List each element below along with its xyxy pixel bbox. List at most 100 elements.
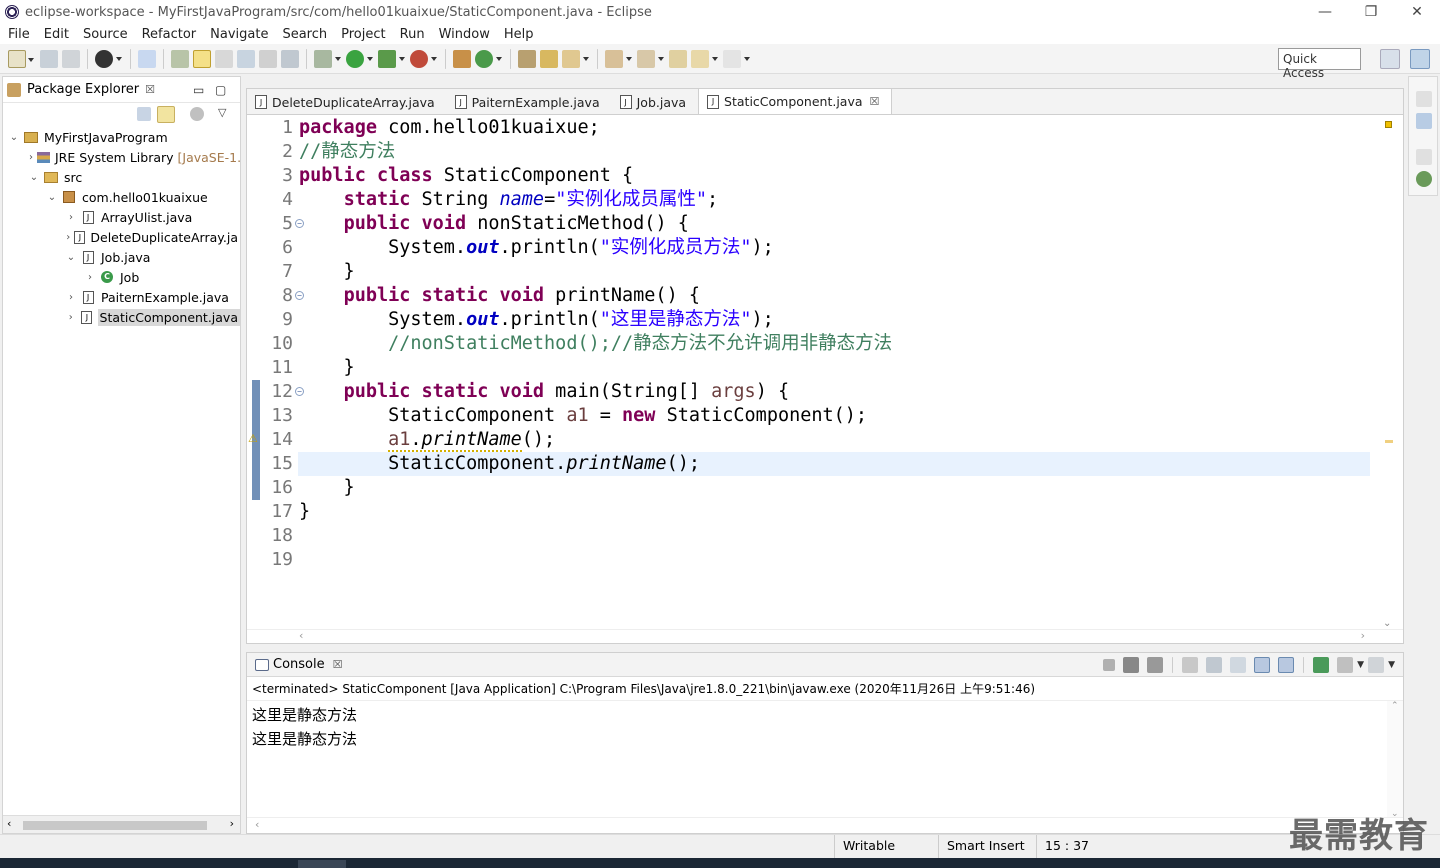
console-title[interactable]: Console bbox=[273, 657, 325, 672]
close-view-icon[interactable]: ☒ bbox=[333, 658, 343, 671]
scroll-left-icon[interactable]: ‹ bbox=[7, 817, 11, 830]
tab-static-component[interactable]: J StaticComponent.java ☒ bbox=[698, 88, 893, 114]
editor-horizontal-scrollbar[interactable]: ‹ › bbox=[247, 629, 1403, 643]
open-folder-icon[interactable] bbox=[540, 49, 558, 68]
new-java-class-icon[interactable] bbox=[475, 49, 502, 68]
link-with-editor-icon[interactable] bbox=[157, 106, 175, 123]
expand-arrow-icon[interactable]: › bbox=[85, 272, 95, 283]
menu-search[interactable]: Search bbox=[275, 27, 334, 42]
collapse-all-icon[interactable] bbox=[137, 107, 151, 121]
block-selection-icon[interactable] bbox=[237, 49, 255, 68]
new-java-package-icon[interactable] bbox=[453, 49, 471, 68]
new-icon[interactable] bbox=[8, 49, 34, 68]
open-console-dropdown-icon[interactable]: ▼ bbox=[1388, 660, 1395, 670]
package-explorer-title[interactable]: Package Explorer bbox=[27, 82, 139, 97]
menu-refactor[interactable]: Refactor bbox=[135, 27, 204, 42]
scroll-right-icon[interactable]: › bbox=[230, 817, 234, 830]
tab-paitern-example[interactable]: J PaiternExample.java bbox=[447, 90, 612, 114]
scroll-up-icon[interactable]: ⌃ bbox=[1391, 701, 1399, 711]
scroll-down-icon[interactable]: ⌄ bbox=[1383, 618, 1391, 629]
close-view-icon[interactable]: ☒ bbox=[145, 83, 155, 96]
next-annotation-icon[interactable] bbox=[605, 49, 632, 68]
expand-arrow-icon[interactable]: › bbox=[66, 232, 70, 243]
menu-run[interactable]: Run bbox=[393, 27, 432, 42]
tree-item-class[interactable]: › C Job bbox=[3, 267, 240, 287]
scroll-lock-icon[interactable] bbox=[1206, 657, 1223, 673]
tree-item-file[interactable]: ⌄ J Job.java bbox=[3, 247, 240, 267]
tree-item-project[interactable]: ⌄ MyFirstJavaProgram bbox=[3, 127, 240, 147]
warning-marker[interactable] bbox=[1385, 440, 1393, 443]
minimize-button[interactable]: — bbox=[1302, 0, 1348, 24]
clear-console-icon[interactable] bbox=[1182, 657, 1199, 673]
overview-ruler[interactable]: ⌄ bbox=[1373, 116, 1403, 631]
search-icon[interactable] bbox=[562, 49, 589, 68]
horizontal-scrollbar[interactable]: ‹ › bbox=[3, 815, 240, 833]
expand-arrow-icon[interactable]: › bbox=[66, 212, 76, 223]
expand-arrow-icon[interactable]: › bbox=[66, 312, 75, 323]
expand-arrow-icon[interactable]: ⌄ bbox=[47, 192, 57, 203]
console-horizontal-scrollbar[interactable]: ‹ bbox=[247, 817, 1403, 833]
menu-source[interactable]: Source bbox=[76, 27, 135, 42]
close-button[interactable]: ✕ bbox=[1394, 0, 1440, 24]
scroll-left-icon[interactable]: ‹ bbox=[255, 818, 259, 831]
java-perspective-icon[interactable] bbox=[1410, 49, 1430, 69]
minimize-view-icon[interactable]: ▭ bbox=[193, 83, 204, 97]
external-tools-icon[interactable] bbox=[410, 49, 437, 68]
tree-item-package[interactable]: ⌄ com.hello01kuaixue bbox=[3, 187, 240, 207]
scroll-left-icon[interactable]: ‹ bbox=[299, 629, 303, 642]
code-text[interactable]: package com.hello01kuaixue; //静态方法 publi… bbox=[298, 116, 1370, 631]
menu-navigate[interactable]: Navigate bbox=[203, 27, 275, 42]
maximize-view-icon[interactable]: ▢ bbox=[215, 83, 226, 97]
profile-icon[interactable] bbox=[95, 49, 122, 68]
open-perspective-icon[interactable] bbox=[1380, 49, 1400, 69]
expand-arrow-icon[interactable]: ⌄ bbox=[66, 252, 76, 263]
menu-help[interactable]: Help bbox=[497, 27, 541, 42]
open-console-icon[interactable] bbox=[1368, 657, 1385, 673]
close-tab-icon[interactable]: ☒ bbox=[870, 95, 880, 108]
warning-icon[interactable]: ⚠ bbox=[248, 432, 258, 445]
pin-console-icon[interactable] bbox=[1313, 657, 1330, 673]
remove-launch-icon[interactable] bbox=[1123, 657, 1140, 673]
warning-summary-icon[interactable] bbox=[1385, 121, 1392, 128]
focus-icon[interactable] bbox=[190, 107, 204, 121]
code-editor[interactable]: ⚠ 1 2 3 4 5− 6 7 8− 9 10 11 12− 13 14 15… bbox=[247, 116, 1403, 631]
word-wrap-icon[interactable] bbox=[1230, 657, 1247, 673]
skip-breakpoints-icon[interactable] bbox=[138, 49, 156, 68]
debug-icon[interactable] bbox=[314, 49, 341, 68]
view-menu-icon[interactable]: ▽ bbox=[218, 106, 226, 119]
restore-button[interactable]: ❐ bbox=[1348, 0, 1394, 24]
menu-file[interactable]: File bbox=[1, 27, 37, 42]
tree-item-jre[interactable]: › JRE System Library [JavaSE-1. bbox=[3, 147, 241, 167]
last-edit-location-icon[interactable] bbox=[669, 49, 687, 68]
tab-delete-duplicate-array[interactable]: J DeleteDuplicateArray.java bbox=[247, 90, 447, 114]
annotation-ruler[interactable]: ⚠ bbox=[248, 116, 260, 631]
console-output[interactable]: 这里是静态方法 这里是静态方法 bbox=[247, 701, 1403, 751]
show-on-stdout-icon[interactable] bbox=[1254, 657, 1271, 673]
forward-icon[interactable] bbox=[723, 49, 750, 68]
remove-all-terminated-icon[interactable] bbox=[1147, 657, 1164, 673]
tree-item-file[interactable]: › J DeleteDuplicateArray.ja bbox=[3, 227, 240, 247]
menu-project[interactable]: Project bbox=[334, 27, 392, 42]
expand-arrow-icon[interactable]: › bbox=[66, 292, 76, 303]
expand-arrow-icon[interactable]: › bbox=[29, 152, 33, 163]
menu-window[interactable]: Window bbox=[432, 27, 497, 42]
expand-arrow-icon[interactable]: ⌄ bbox=[9, 132, 19, 143]
expand-arrow-icon[interactable]: ⌄ bbox=[29, 172, 39, 183]
tree-item-file-selected[interactable]: › J StaticComponent.java bbox=[3, 307, 240, 327]
tree-item-src[interactable]: ⌄ src bbox=[3, 167, 240, 187]
show-source-icon[interactable] bbox=[281, 49, 299, 68]
show-on-stderr-icon[interactable] bbox=[1278, 657, 1295, 673]
display-console-icon[interactable] bbox=[1337, 657, 1354, 673]
tree-item-file[interactable]: › J PaiternExample.java bbox=[3, 287, 240, 307]
open-type-icon[interactable] bbox=[171, 49, 189, 68]
outline-icon[interactable] bbox=[1416, 113, 1432, 129]
menu-edit[interactable]: Edit bbox=[37, 27, 76, 42]
restore-view-icon[interactable] bbox=[1416, 149, 1432, 165]
coverage-icon[interactable] bbox=[378, 49, 405, 68]
save-all-icon[interactable] bbox=[62, 49, 80, 68]
word-wrap-icon[interactable] bbox=[259, 49, 277, 68]
save-icon[interactable] bbox=[40, 49, 58, 68]
taskbar-item[interactable] bbox=[298, 860, 346, 868]
open-task-icon[interactable] bbox=[518, 49, 536, 68]
quick-access-field[interactable]: Quick Access bbox=[1278, 48, 1361, 80]
